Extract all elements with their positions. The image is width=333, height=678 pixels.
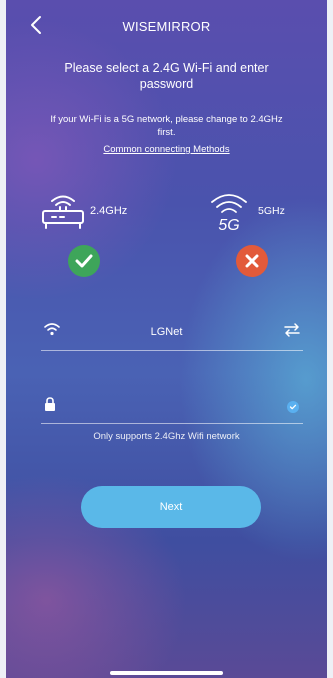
swap-icon xyxy=(284,323,300,337)
next-button[interactable]: Next xyxy=(81,486,261,528)
band-24-label: 2.4GHz xyxy=(90,205,128,217)
check-icon xyxy=(68,245,100,277)
router-icon xyxy=(42,195,84,229)
background xyxy=(6,0,327,678)
left-border xyxy=(0,0,6,678)
ssid-divider xyxy=(41,350,303,351)
home-indicator xyxy=(110,671,223,675)
password-field[interactable] xyxy=(72,392,276,418)
page-title: WISEMIRROR xyxy=(122,19,211,34)
swap-network-button[interactable] xyxy=(283,322,301,338)
lock-icon xyxy=(45,397,55,411)
right-border xyxy=(327,0,333,678)
band-support-hint: Only supports 2.4Ghz Wifi network xyxy=(93,431,240,442)
password-divider xyxy=(41,423,303,424)
instruction-headline: Please select a 2.4G Wi-Fi and enter pas… xyxy=(64,61,269,91)
cross-icon xyxy=(236,245,268,277)
connecting-methods-link[interactable]: Common connecting Methods xyxy=(0,144,333,155)
wifi-5g-icon: 5G xyxy=(211,194,247,234)
eye-icon[interactable] xyxy=(287,401,299,413)
instruction-note: If your Wi-Fi is a 5G network, please ch… xyxy=(50,114,283,138)
band-5-icon-text: 5G xyxy=(218,217,239,234)
band-5-label: 5GHz xyxy=(258,205,285,217)
